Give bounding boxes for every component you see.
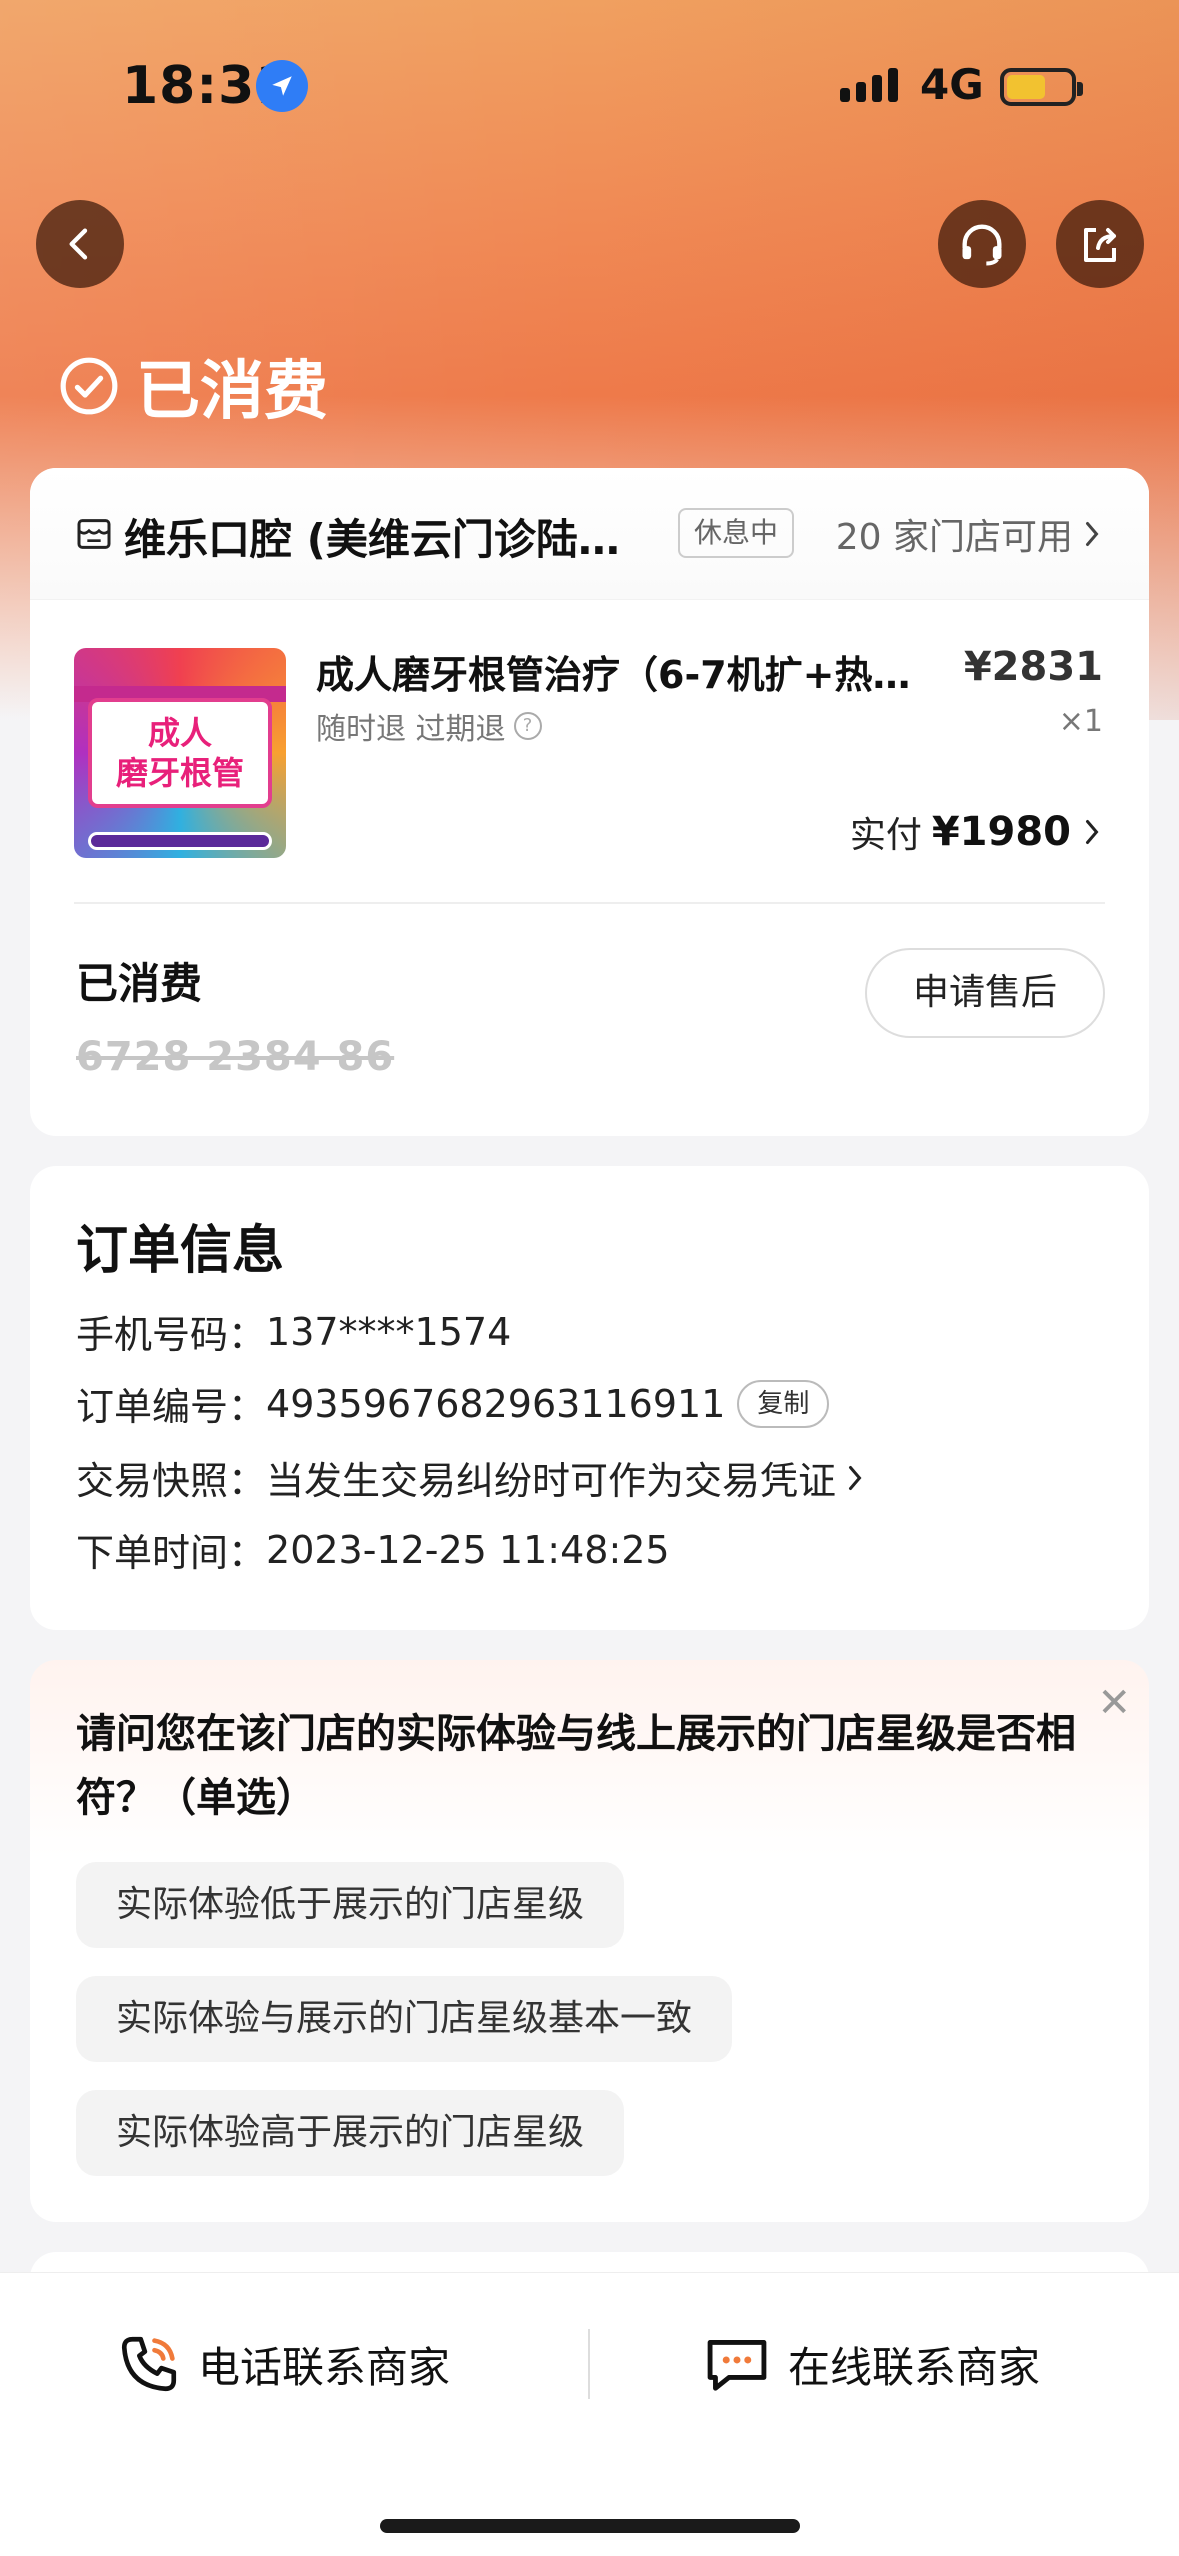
snapshot-label: 交易快照：	[76, 1459, 267, 1503]
divider	[74, 902, 1105, 904]
order-state: 已消费	[58, 340, 328, 432]
product-title[interactable]: 成人磨牙根管治疗（6-7机扩+热…	[316, 644, 956, 699]
paid-value: ¥1980	[931, 809, 1071, 855]
check-circle-icon	[60, 357, 118, 415]
snapshot-value: 当发生交易纠纷时可作为交易凭证	[266, 1459, 837, 1503]
online-contact-button[interactable]: 在线联系商家	[702, 2331, 1040, 2397]
order-number-label: 订单编号：	[76, 1385, 267, 1429]
refund-tags: 随时退 过期退 ?	[316, 704, 542, 748]
phone-contact-label: 电话联系商家	[198, 2342, 451, 2392]
home-indicator[interactable]	[380, 2519, 800, 2533]
available-stores-label: 20 家门店可用	[835, 517, 1073, 558]
order-number-value: 4935967682963116911	[266, 1381, 726, 1426]
online-contact-label: 在线联系商家	[788, 2342, 1041, 2392]
phone-value: 137****1574	[266, 1309, 512, 1354]
order-product-card: 维乐口腔 (美维云门诊陆… 休息中 20 家门店可用 成人 磨牙根管 成人磨牙根…	[30, 468, 1149, 1136]
order-number-row: 订单编号： 4935967682963116911 复制	[76, 1376, 830, 1431]
refund-tags-label: 随时退 过期退	[316, 712, 506, 747]
chevron-right-icon	[1086, 522, 1099, 546]
store-icon	[77, 519, 111, 549]
battery-icon	[1000, 68, 1083, 106]
share-icon	[1084, 228, 1116, 262]
survey-card: ✕ 请问您在该门店的实际体验与线上展示的门店星级是否相符？（单选） 实际体验低于…	[30, 1660, 1149, 2222]
order-time-label: 下单时间：	[76, 1531, 267, 1575]
chevron-left-icon	[69, 228, 88, 260]
signal-icon	[840, 68, 898, 102]
thumbnail-text-1: 成人	[147, 714, 212, 752]
order-state-label: 已消费	[136, 355, 328, 429]
phone-row: 手机号码： 137****1574	[76, 1304, 511, 1359]
headset-icon	[962, 224, 1002, 266]
after-sale-button[interactable]: 申请售后	[865, 948, 1105, 1038]
network-type: 4G	[920, 60, 984, 109]
store-header[interactable]: 维乐口腔 (美维云门诊陆… 休息中 20 家门店可用	[30, 468, 1149, 600]
copy-button[interactable]: 复制	[737, 1379, 830, 1428]
chevron-right-icon	[1086, 820, 1099, 844]
thumbnail-bar	[88, 832, 272, 850]
snapshot-row[interactable]: 交易快照： 当发生交易纠纷时可作为交易凭证	[76, 1450, 866, 1505]
phone-label: 手机号码：	[76, 1313, 267, 1357]
status-bar: 18:31 4G	[0, 0, 1179, 170]
voucher-code: 6728 2384 86	[76, 1034, 395, 1080]
location-arrow-icon	[256, 60, 308, 112]
product-price: ¥2831	[963, 644, 1103, 690]
product-quantity: ×1	[1058, 704, 1103, 739]
order-time-row: 下单时间： 2023-12-25 11:48:25	[76, 1522, 670, 1577]
thumbnail-label: 成人 磨牙根管	[88, 698, 272, 808]
back-button[interactable]	[36, 200, 124, 288]
survey-option-higher[interactable]: 实际体验高于展示的门店星级	[76, 2090, 625, 2176]
order-info-card: 订单信息 手机号码： 137****1574 订单编号： 49359676829…	[30, 1166, 1149, 1630]
order-info-title: 订单信息	[76, 1221, 285, 1281]
chat-icon	[707, 2340, 767, 2391]
store-name[interactable]: 维乐口腔 (美维云门诊陆…	[124, 506, 684, 567]
survey-option-lower[interactable]: 实际体验低于展示的门店星级	[76, 1862, 625, 1948]
available-stores-link[interactable]: 20 家门店可用	[836, 508, 1103, 560]
share-button[interactable]	[1056, 200, 1144, 288]
store-status-badge: 休息中	[678, 508, 795, 558]
phone-icon	[121, 2336, 177, 2392]
customer-service-button[interactable]	[938, 200, 1026, 288]
order-time-value: 2023-12-25 11:48:25	[266, 1527, 670, 1572]
divider	[588, 2329, 590, 2399]
survey-option-consistent[interactable]: 实际体验与展示的门店星级基本一致	[76, 1976, 733, 2062]
bottom-action-bar: 电话联系商家 在线联系商家	[0, 2272, 1179, 2556]
help-icon[interactable]: ?	[513, 712, 542, 740]
thumbnail-text-2: 磨牙根管	[115, 754, 244, 792]
product-thumbnail[interactable]: 成人 磨牙根管	[74, 648, 286, 858]
paid-amount-link[interactable]: 实付 ¥1980	[850, 806, 1103, 858]
paid-label: 实付	[849, 815, 922, 856]
phone-contact-button[interactable]: 电话联系商家	[116, 2331, 450, 2397]
voucher-status: 已消费	[76, 959, 203, 1008]
chevron-right-icon	[849, 1465, 862, 1490]
survey-question: 请问您在该门店的实际体验与线上展示的门店星级是否相符？（单选）	[76, 1711, 1076, 1821]
